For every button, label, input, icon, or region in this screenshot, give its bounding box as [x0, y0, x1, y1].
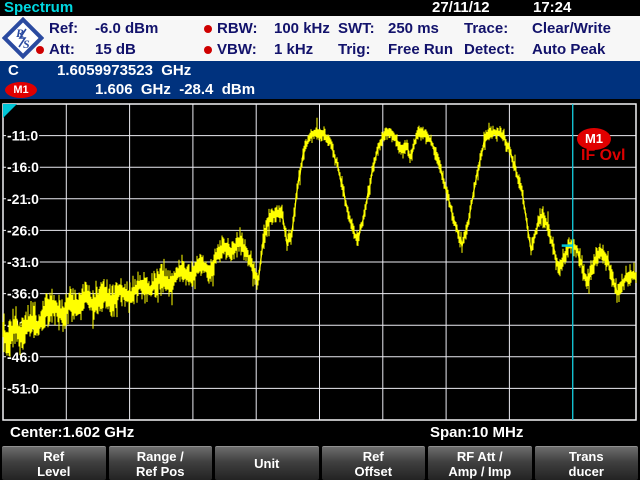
softkey-label: Ref Pos — [136, 464, 184, 479]
softkey-label: Level — [37, 464, 70, 479]
softkey-range-ref-pos[interactable]: Range / Ref Pos — [109, 446, 213, 480]
frequency-footer: Center:1.602 GHz Span:10 MHz — [0, 421, 640, 446]
softkey-ref-offset[interactable]: Ref Offset — [322, 446, 426, 480]
softkey-label: Offset — [354, 464, 392, 479]
span-label: Span:10 MHz — [430, 424, 523, 441]
softkey-unit[interactable]: Unit — [215, 446, 319, 480]
y-axis-label: -11.0 — [7, 128, 38, 144]
softkey-ref-level[interactable]: Ref Level — [2, 446, 106, 480]
softkey-label: Range / — [137, 449, 184, 464]
y-axis-label: -51.0 — [7, 380, 39, 396]
overload-indicator: IF Ovl — [581, 147, 625, 164]
softkey-rf-att-amp-imp[interactable]: RF Att / Amp / Imp — [428, 446, 532, 480]
y-axis-label: -26.0 — [7, 222, 39, 238]
spectrum-analyzer-screen: Spectrum 27/11/12 17:24 R S Ref: -6.0 dB… — [0, 0, 640, 480]
softkey-label: RF Att / — [457, 449, 503, 464]
softkey-label: Amp / Imp — [448, 464, 511, 479]
softkey-label: Trans — [569, 449, 604, 464]
y-axis-label: -46.0 — [7, 349, 39, 365]
center-frequency-label: Center:1.602 GHz — [10, 424, 134, 441]
softkey-transducer[interactable]: Trans ducer — [535, 446, 639, 480]
softkey-label: Ref — [363, 449, 384, 464]
ref-level-indicator-icon — [3, 104, 17, 118]
y-axis-label: -16.0 — [7, 159, 39, 175]
marker1-flag-label: M1 — [585, 131, 603, 146]
softkey-bar: Ref Level Range / Ref Pos Unit Ref Offse… — [0, 446, 640, 480]
softkey-label: Ref — [43, 449, 64, 464]
spectrum-plot: -11.0-16.0-21.0-26.0-31.0-36.0-41.0-46.0… — [0, 0, 640, 480]
softkey-label: Unit — [254, 456, 279, 471]
y-axis-label: -31.0 — [7, 254, 39, 270]
y-axis-label: -21.0 — [7, 191, 39, 207]
softkey-label: ducer — [569, 464, 604, 479]
y-axis-label: -36.0 — [7, 286, 39, 302]
